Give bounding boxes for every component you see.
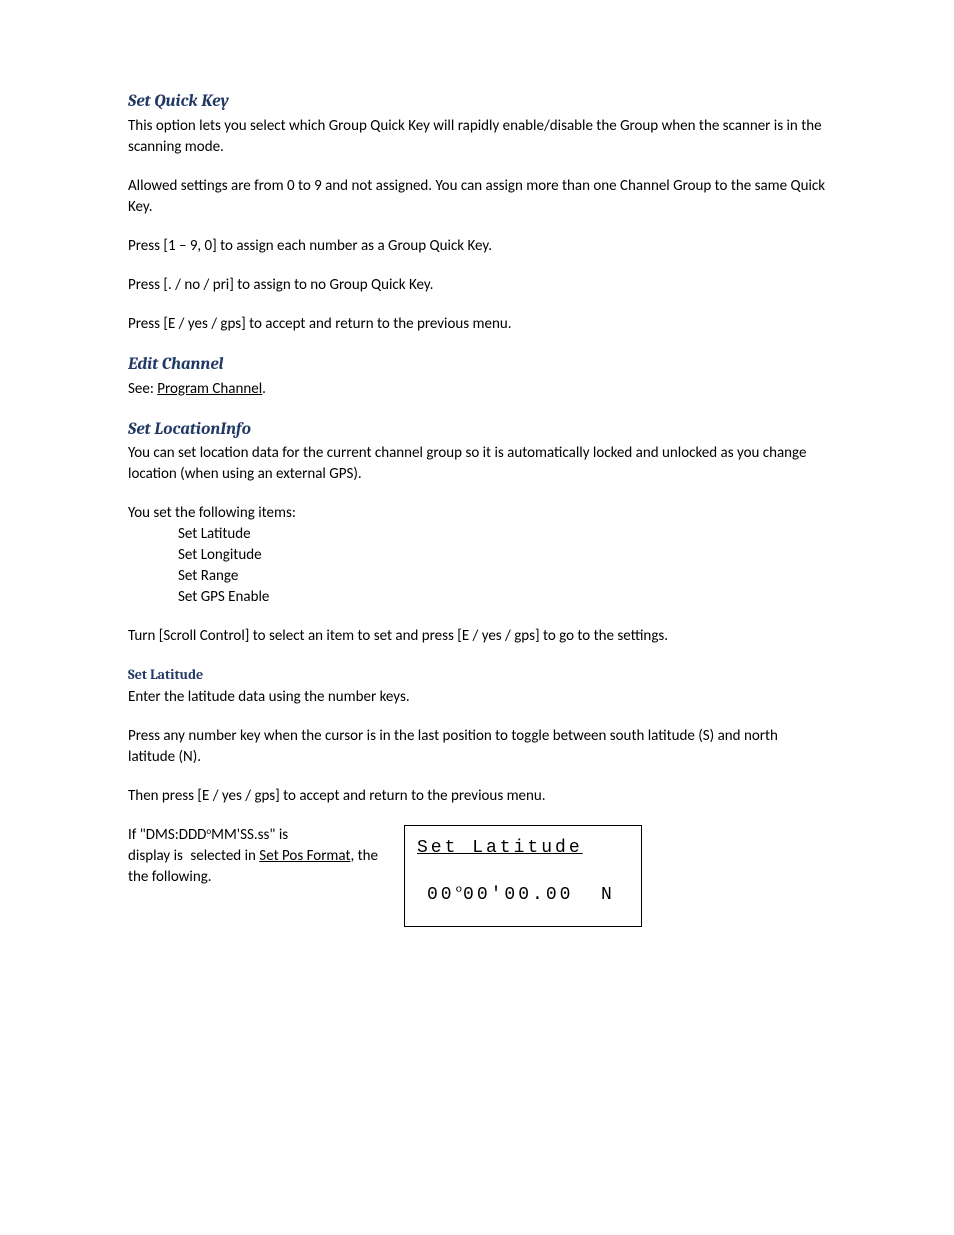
- lcd-seconds: 00.00: [504, 885, 573, 905]
- list-item: Set Range: [128, 566, 826, 587]
- paragraph: This option lets you select which Group …: [128, 116, 826, 158]
- paragraph: Press any number key when the cursor is …: [128, 726, 826, 768]
- text: selected in: [190, 847, 259, 865]
- degree-icon: º: [455, 885, 463, 901]
- paragraph: Press [1 – 9, 0] to assign each number a…: [128, 236, 826, 257]
- paragraph: See: Program Channel.: [128, 379, 826, 400]
- text: You set the following items:: [128, 503, 826, 524]
- text: If "DMS:DDD: [128, 826, 206, 844]
- paragraph: Press [. / no / pri] to assign to no Gro…: [128, 275, 826, 296]
- text: See:: [128, 380, 157, 398]
- lcd-hemisphere: N: [601, 885, 615, 905]
- paragraph: Enter the latitude data using the number…: [128, 687, 826, 708]
- list-item: Set GPS Enable: [128, 587, 826, 608]
- degree-icon: o: [206, 826, 211, 837]
- list-item: Set Latitude: [128, 524, 826, 545]
- lcd-degrees: 00: [427, 885, 455, 905]
- lcd-minutes: 00': [463, 885, 504, 905]
- heading-set-location-info: Set LocationInfo: [128, 418, 826, 442]
- heading-set-quick-key: Set Quick Key: [128, 90, 826, 114]
- text: , the: [350, 847, 378, 865]
- list-item: Set Longitude: [128, 545, 826, 566]
- location-items-list: You set the following items: Set Latitud…: [128, 503, 826, 608]
- paragraph: You can set location data for the curren…: [128, 443, 826, 485]
- lcd-display: Set Latitude 00º00'00.00 N: [404, 825, 642, 927]
- lcd-value: 00º00'00.00 N: [417, 883, 629, 908]
- link-program-channel[interactable]: Program Channel: [157, 380, 262, 398]
- paragraph: Allowed settings are from 0 to 9 and not…: [128, 176, 826, 218]
- heading-edit-channel: Edit Channel: [128, 353, 826, 377]
- paragraph: Turn [Scroll Control] to select an item …: [128, 626, 826, 647]
- paragraph: Press [E / yes / gps] to accept and retu…: [128, 314, 826, 335]
- text: .: [262, 380, 266, 398]
- paragraph: Then press [E / yes / gps] to accept and…: [128, 786, 826, 807]
- text: MM'SS.ss" is: [211, 826, 288, 844]
- lcd-title: Set Latitude: [417, 836, 629, 861]
- heading-set-latitude: Set Latitude: [128, 665, 826, 685]
- link-set-pos-format[interactable]: Set Pos Format: [259, 847, 350, 865]
- dms-format-row: Set Latitude 00º00'00.00 N If "DMS:DDDoM…: [128, 825, 826, 927]
